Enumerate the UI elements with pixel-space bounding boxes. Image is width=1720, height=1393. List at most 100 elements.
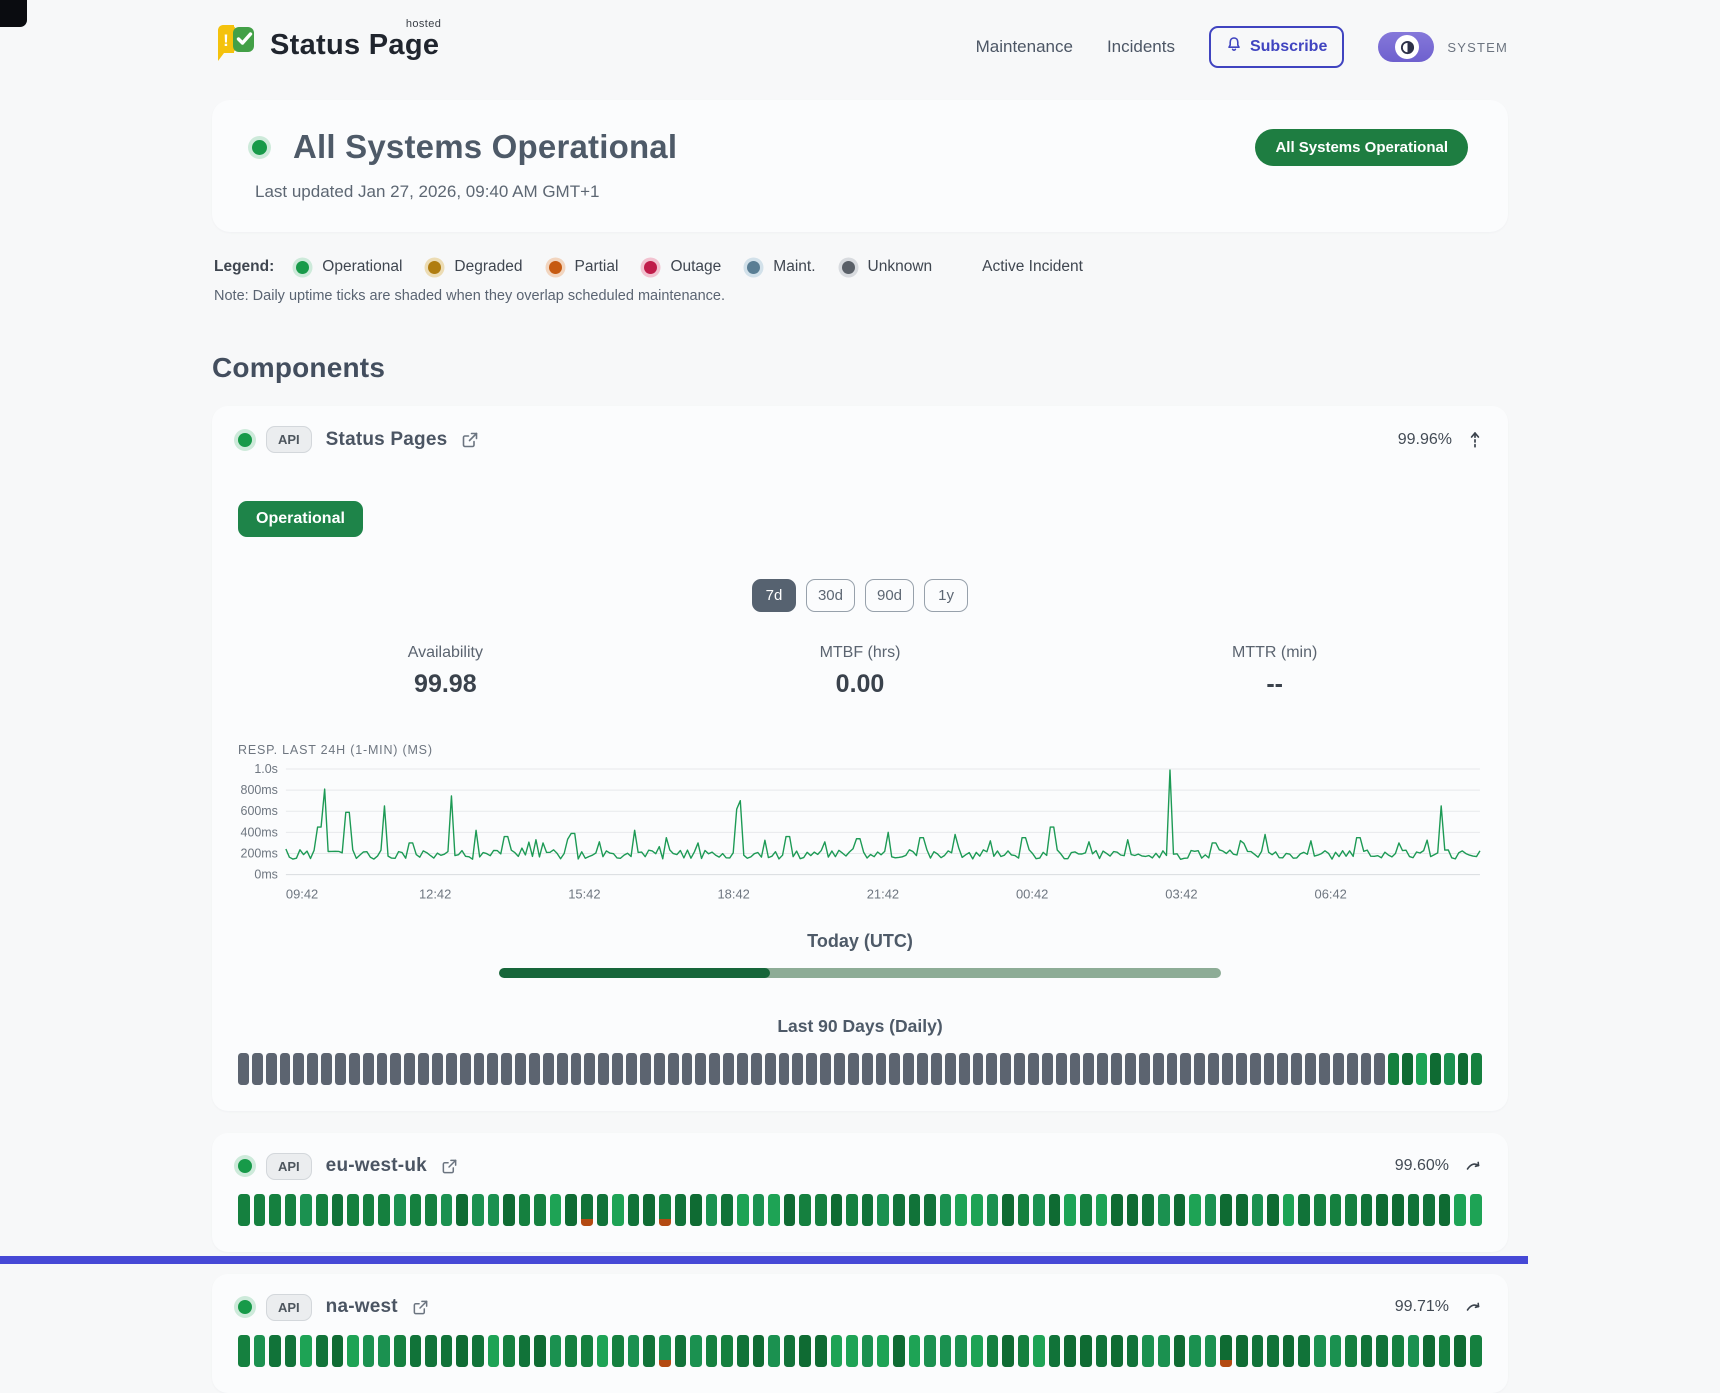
component-name-link[interactable]: eu-west-uk — [326, 1155, 427, 1177]
daily-tick[interactable] — [876, 1053, 887, 1085]
uptime-tick[interactable] — [1049, 1335, 1061, 1367]
uptime-tick[interactable] — [971, 1335, 983, 1367]
uptime-tick[interactable] — [1298, 1335, 1310, 1367]
daily-tick[interactable] — [959, 1053, 970, 1085]
uptime-tick[interactable] — [285, 1194, 297, 1226]
uptime-tick[interactable] — [1080, 1335, 1092, 1367]
uptime-tick[interactable] — [1361, 1194, 1373, 1226]
uptime-tick[interactable] — [643, 1335, 655, 1367]
uptime-tick[interactable] — [1080, 1194, 1092, 1226]
daily-tick[interactable] — [446, 1053, 457, 1085]
daily-tick[interactable] — [986, 1053, 997, 1085]
uptime-tick[interactable] — [1470, 1194, 1482, 1226]
uptime-tick[interactable] — [1470, 1335, 1482, 1367]
daily-tick[interactable] — [640, 1053, 651, 1085]
uptime-tick[interactable] — [753, 1335, 765, 1367]
uptime-tick[interactable] — [799, 1194, 811, 1226]
daily-tick[interactable] — [751, 1053, 762, 1085]
uptime-tick[interactable] — [1064, 1335, 1076, 1367]
uptime-tick[interactable] — [503, 1194, 515, 1226]
daily-tick[interactable] — [335, 1053, 346, 1085]
daily-tick[interactable] — [903, 1053, 914, 1085]
uptime-tick[interactable] — [347, 1194, 359, 1226]
daily-tick[interactable] — [1236, 1053, 1247, 1085]
uptime-tick[interactable] — [1142, 1194, 1154, 1226]
uptime-tick[interactable] — [659, 1335, 671, 1367]
uptime-tick[interactable] — [550, 1194, 562, 1226]
uptime-tick[interactable] — [612, 1194, 624, 1226]
daily-tick[interactable] — [931, 1053, 942, 1085]
daily-tick[interactable] — [515, 1053, 526, 1085]
daily-tick[interactable] — [1250, 1053, 1261, 1085]
daily-tick[interactable] — [501, 1053, 512, 1085]
uptime-tick[interactable] — [332, 1194, 344, 1226]
uptime-tick[interactable] — [1439, 1194, 1451, 1226]
uptime-tick[interactable] — [612, 1335, 624, 1367]
uptime-tick[interactable] — [1189, 1194, 1201, 1226]
uptime-tick[interactable] — [1423, 1194, 1435, 1226]
daily-tick[interactable] — [1167, 1053, 1178, 1085]
uptime-tick[interactable] — [1376, 1335, 1388, 1367]
uptime-tick[interactable] — [238, 1335, 250, 1367]
daily-tick[interactable] — [1153, 1053, 1164, 1085]
daily-tick[interactable] — [1222, 1053, 1233, 1085]
daily-tick[interactable] — [557, 1053, 568, 1085]
uptime-tick[interactable] — [316, 1335, 328, 1367]
nav-maintenance[interactable]: Maintenance — [976, 37, 1073, 57]
uptime-tick[interactable] — [1408, 1194, 1420, 1226]
uptime-tick[interactable] — [877, 1335, 889, 1367]
uptime-tick[interactable] — [721, 1194, 733, 1226]
uptime-tick[interactable] — [737, 1194, 749, 1226]
daily-tick[interactable] — [349, 1053, 360, 1085]
daily-tick[interactable] — [1430, 1053, 1441, 1085]
daily-tick[interactable] — [1056, 1053, 1067, 1085]
daily-tick[interactable] — [792, 1053, 803, 1085]
daily-tick[interactable] — [404, 1053, 415, 1085]
daily-tick[interactable] — [626, 1053, 637, 1085]
daily-tick[interactable] — [1000, 1053, 1011, 1085]
uptime-tick[interactable] — [472, 1335, 484, 1367]
uptime-tick[interactable] — [581, 1194, 593, 1226]
daily-tick[interactable] — [682, 1053, 693, 1085]
daily-tick[interactable] — [571, 1053, 582, 1085]
uptime-tick[interactable] — [1298, 1194, 1310, 1226]
daily-tick[interactable] — [862, 1053, 873, 1085]
daily-tick[interactable] — [654, 1053, 665, 1085]
uptime-tick[interactable] — [1002, 1335, 1014, 1367]
uptime-tick[interactable] — [300, 1194, 312, 1226]
daily-tick[interactable] — [848, 1053, 859, 1085]
uptime-tick[interactable] — [1267, 1335, 1279, 1367]
daily-tick[interactable] — [1125, 1053, 1136, 1085]
uptime-tick[interactable] — [254, 1194, 266, 1226]
uptime-tick[interactable] — [503, 1335, 515, 1367]
uptime-tick[interactable] — [1158, 1194, 1170, 1226]
uptime-tick[interactable] — [1174, 1335, 1186, 1367]
uptime-tick[interactable] — [1423, 1335, 1435, 1367]
component-name-link[interactable]: na-west — [326, 1296, 398, 1318]
brand-logo[interactable]: ! Status Page hosted — [212, 21, 439, 74]
daily-tick[interactable] — [806, 1053, 817, 1085]
daily-tick[interactable] — [1305, 1053, 1316, 1085]
uptime-tick[interactable] — [846, 1194, 858, 1226]
uptime-tick[interactable] — [1002, 1194, 1014, 1226]
daily-tick[interactable] — [973, 1053, 984, 1085]
daily-tick[interactable] — [1333, 1053, 1344, 1085]
uptime-tick[interactable] — [831, 1335, 843, 1367]
uptime-tick[interactable] — [363, 1335, 375, 1367]
uptime-tick[interactable] — [1236, 1335, 1248, 1367]
uptime-tick[interactable] — [893, 1194, 905, 1226]
uptime-tick[interactable] — [1345, 1335, 1357, 1367]
uptime-tick[interactable] — [862, 1194, 874, 1226]
daily-tick[interactable] — [418, 1053, 429, 1085]
subscribe-button[interactable]: Subscribe — [1209, 26, 1344, 68]
uptime-tick[interactable] — [1330, 1194, 1342, 1226]
daily-tick[interactable] — [1347, 1053, 1358, 1085]
uptime-tick[interactable] — [1033, 1335, 1045, 1367]
daily-tick[interactable] — [432, 1053, 443, 1085]
daily-tick[interactable] — [1139, 1053, 1150, 1085]
uptime-tick[interactable] — [987, 1194, 999, 1226]
daily-tick[interactable] — [612, 1053, 623, 1085]
daily-tick[interactable] — [363, 1053, 374, 1085]
daily-tick[interactable] — [1416, 1053, 1427, 1085]
uptime-tick[interactable] — [441, 1335, 453, 1367]
